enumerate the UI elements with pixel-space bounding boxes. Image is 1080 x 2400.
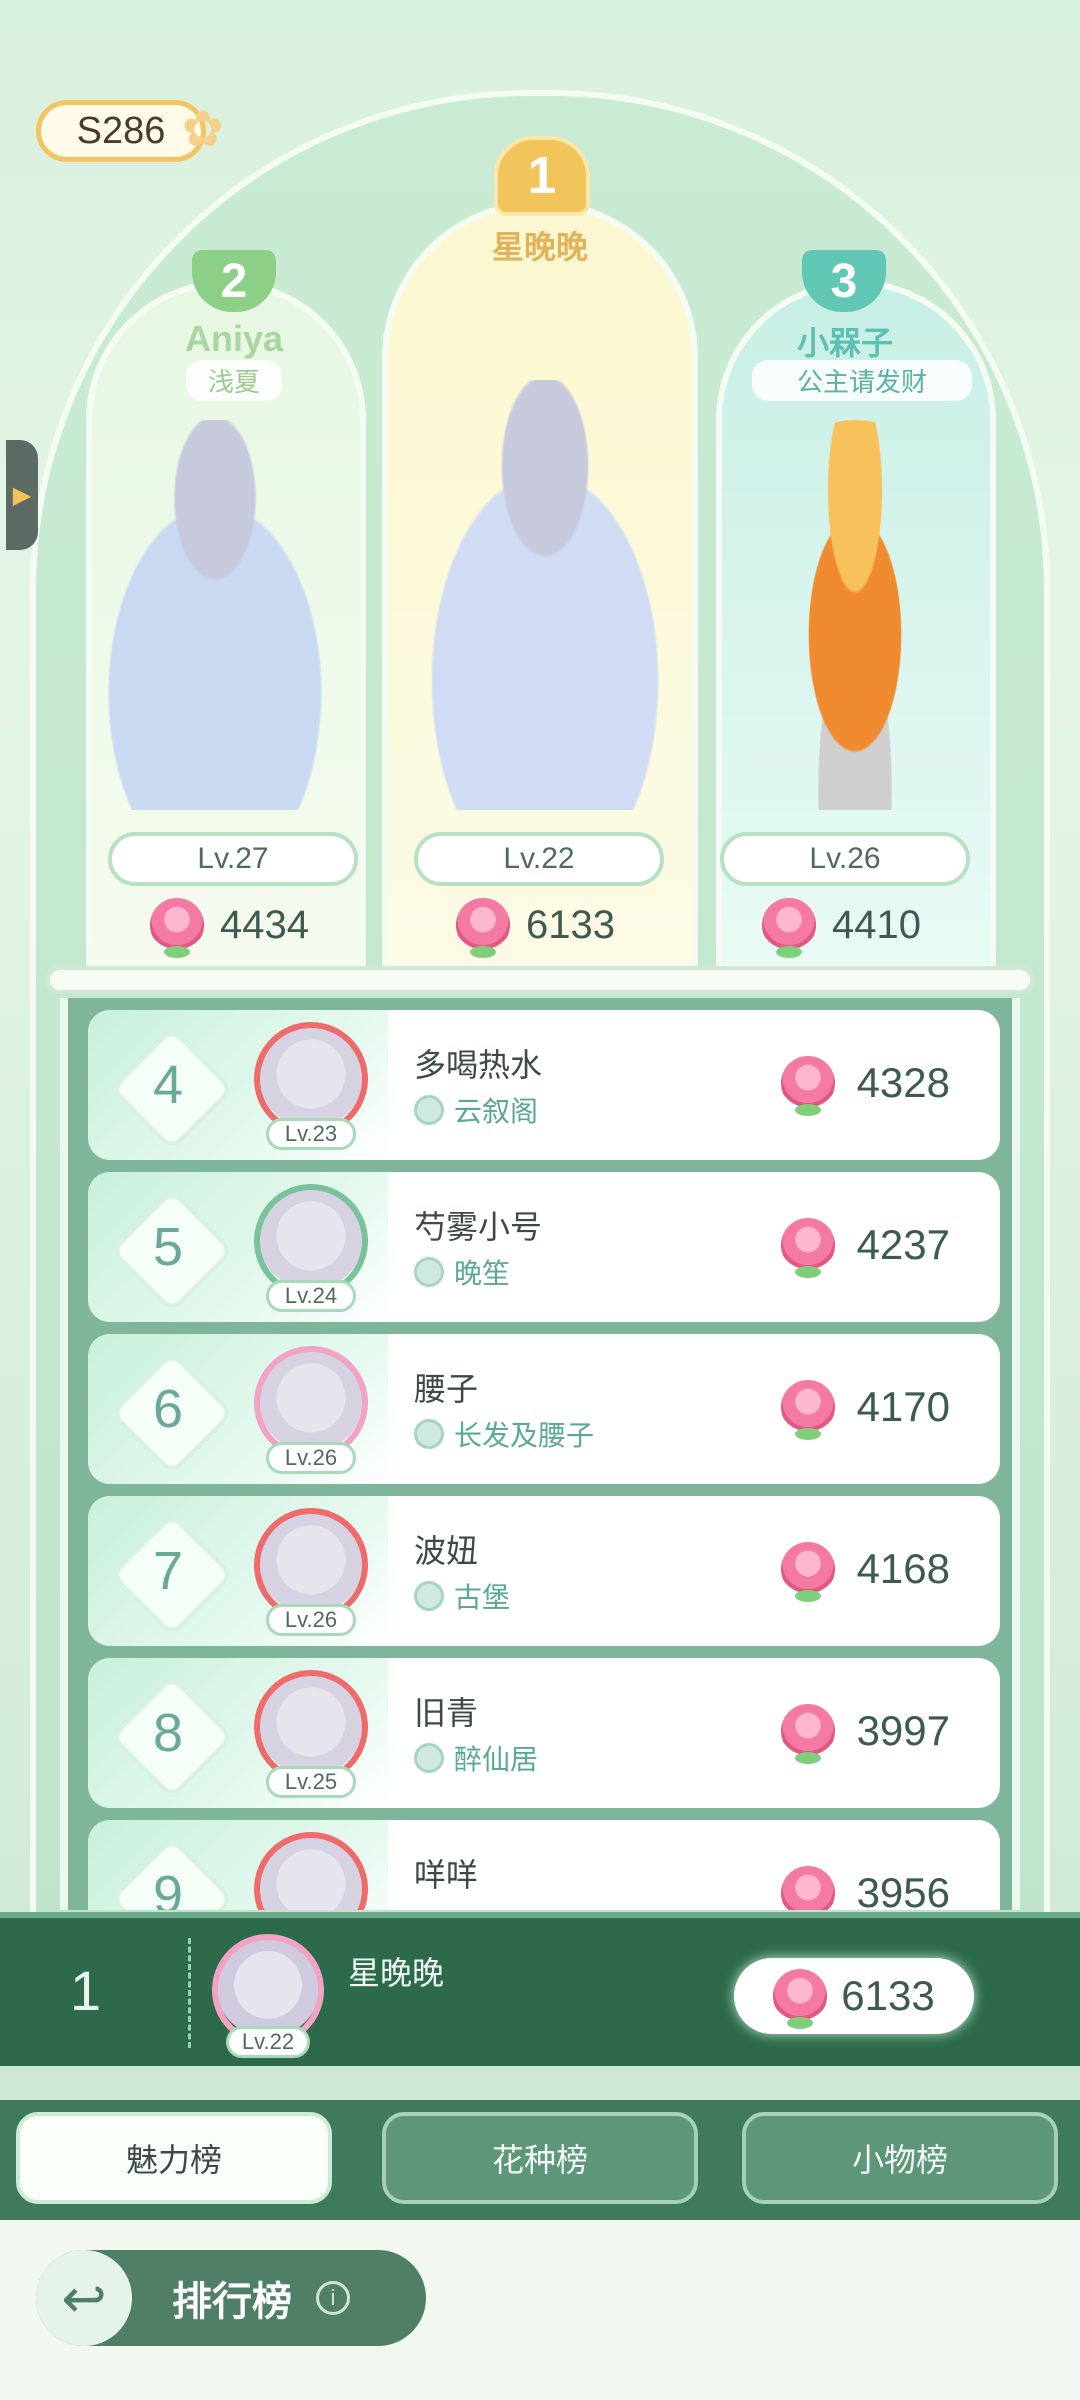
guild-name: 古堡 xyxy=(414,1576,510,1616)
player-name: 腰子 xyxy=(414,1370,479,1408)
podium-second-character[interactable] xyxy=(60,420,370,810)
rank-diamond: 9 xyxy=(118,1845,218,1910)
player-name: 波妞 xyxy=(414,1532,479,1570)
score-value: 4434 xyxy=(220,902,309,947)
flower-icon: ✿ xyxy=(182,100,224,158)
guild-name: 醉仙居 xyxy=(414,1738,538,1778)
rose-icon xyxy=(780,1704,835,1764)
my-rank-number: 1 xyxy=(70,1959,102,2022)
my-name: 星晚晚 xyxy=(348,1954,445,1992)
score: 3956 xyxy=(780,1866,950,1910)
rose-icon xyxy=(773,1969,828,2029)
my-score: 6133 xyxy=(734,1958,974,2034)
podium-first-character[interactable] xyxy=(380,380,710,810)
rank-diamond: 4 xyxy=(118,1035,218,1135)
level-badge: Lv.26 xyxy=(266,1442,356,1474)
list-item[interactable]: 8 Lv.25 旧青 醉仙居 3997 xyxy=(88,1658,1000,1808)
rose-icon xyxy=(780,1542,835,1602)
my-rank-bar[interactable]: 1 Lv.22 星晚晚 6133 xyxy=(0,1912,1080,2066)
ranking-tabs: 魅力榜 花种榜 小物榜 xyxy=(0,2100,1080,2220)
list-item[interactable]: 9 咩咩 3956 xyxy=(88,1820,1000,1910)
player-name: 多喝热水 xyxy=(414,1046,543,1084)
ranking-list[interactable]: 4 Lv.23 多喝热水 云叙阁 4328 5 Lv.24 芍雾小号 晚笙 42… xyxy=(60,998,1020,1910)
page-title: 排行榜 xyxy=(172,2279,292,2325)
score-value: 4410 xyxy=(832,902,921,947)
podium-first-level: Lv.22 xyxy=(414,832,664,886)
back-arrow-icon[interactable]: ↩ xyxy=(36,2250,132,2346)
rank-1-crown-badge: 1 xyxy=(494,136,590,216)
score: 4170 xyxy=(780,1380,950,1440)
list-item[interactable]: 5 Lv.24 芍雾小号 晚笙 4237 xyxy=(88,1172,1000,1322)
score: 3997 xyxy=(780,1704,950,1764)
rose-icon xyxy=(780,1380,835,1440)
podium-second-level: Lv.27 xyxy=(108,832,358,886)
podium-third-character[interactable] xyxy=(770,420,940,810)
list-item[interactable]: 4 Lv.23 多喝热水 云叙阁 4328 xyxy=(88,1010,1000,1160)
list-item[interactable]: 6 Lv.26 腰子 长发及腰子 4170 xyxy=(88,1334,1000,1484)
tab-flower-seed[interactable]: 花种榜 xyxy=(382,2112,698,2204)
rank-diamond: 7 xyxy=(118,1521,218,1621)
guild-icon xyxy=(414,1743,444,1773)
rose-icon xyxy=(762,898,816,958)
my-level-badge: Lv.22 xyxy=(226,2026,310,2058)
rank-diamond: 6 xyxy=(118,1359,218,1459)
rose-icon xyxy=(456,898,510,958)
back-button[interactable]: ↩ 排行榜 i xyxy=(36,2250,426,2346)
guild-icon xyxy=(414,1419,444,1449)
level-badge: Lv.24 xyxy=(266,1280,356,1312)
list-item[interactable]: 7 Lv.26 波妞 古堡 4168 xyxy=(88,1496,1000,1646)
guild-icon xyxy=(414,1257,444,1287)
podium-second-guild: 浅夏 xyxy=(186,360,282,401)
player-name: 旧青 xyxy=(414,1694,479,1732)
podium-third-level: Lv.26 xyxy=(720,832,970,886)
podium-second-score: 4434 xyxy=(150,898,309,958)
info-icon[interactable]: i xyxy=(316,2281,350,2315)
rose-icon xyxy=(150,898,204,958)
player-name: 芍雾小号 xyxy=(414,1208,543,1246)
score: 4328 xyxy=(780,1056,950,1116)
tab-small-items[interactable]: 小物榜 xyxy=(742,2112,1058,2204)
guild-name: 长发及腰子 xyxy=(414,1414,594,1454)
podium-second-name: Aniya xyxy=(184,318,284,359)
level-badge: Lv.23 xyxy=(266,1118,356,1150)
podium-first-score: 6133 xyxy=(456,898,615,958)
podium-base xyxy=(46,966,1034,994)
podium-third-name: 小槑子 xyxy=(796,324,893,362)
score: 4237 xyxy=(780,1218,950,1278)
divider xyxy=(188,1938,191,2048)
guild-icon xyxy=(414,1581,444,1611)
podium-third-guild: 公主请发财 xyxy=(752,360,972,401)
rank-diamond: 8 xyxy=(118,1683,218,1783)
rose-icon xyxy=(780,1056,835,1116)
level-badge: Lv.26 xyxy=(266,1604,356,1636)
side-expand-button[interactable]: ▶ xyxy=(6,440,38,550)
level-badge: Lv.25 xyxy=(266,1766,356,1798)
player-name: 咩咩 xyxy=(414,1856,479,1894)
season-badge: S286 xyxy=(36,100,206,162)
guild-name: 晚笙 xyxy=(414,1252,510,1292)
podium-third-score: 4410 xyxy=(762,898,921,958)
score: 4168 xyxy=(780,1542,950,1602)
score-value: 6133 xyxy=(526,902,615,947)
rose-icon xyxy=(780,1218,835,1278)
rank-diamond: 5 xyxy=(118,1197,218,1297)
guild-icon xyxy=(414,1095,444,1125)
podium-first-name: 星晚晚 xyxy=(491,228,588,266)
guild-name: 云叙阁 xyxy=(414,1090,538,1130)
rose-icon xyxy=(780,1866,835,1910)
tab-charm[interactable]: 魅力榜 xyxy=(16,2112,332,2204)
